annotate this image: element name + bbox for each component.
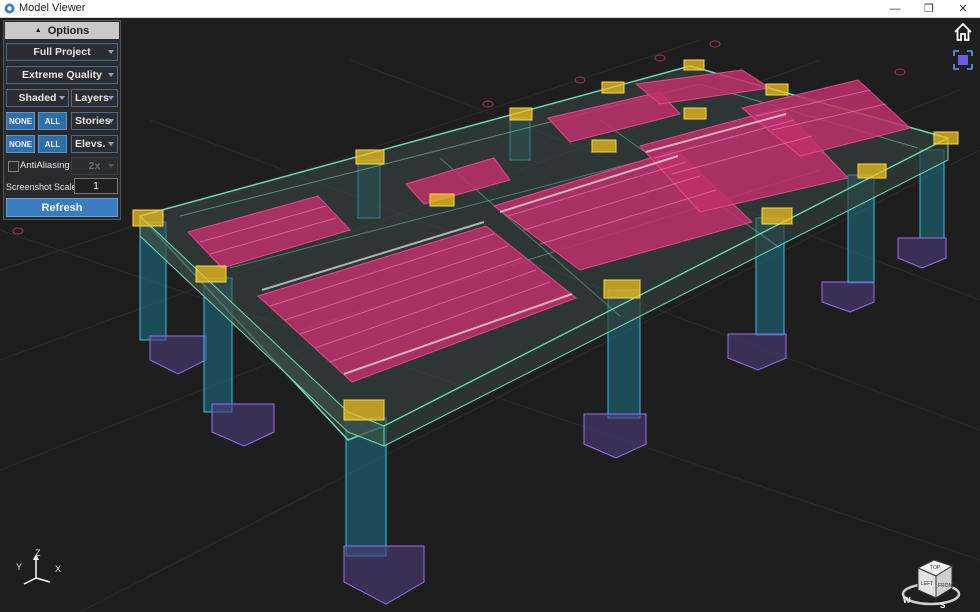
axis-x-label: X [55, 564, 62, 574]
window-title: Model Viewer [19, 2, 86, 14]
project-select[interactable]: Full Project [6, 43, 118, 61]
chevron-down-icon [108, 142, 114, 146]
shading-select-value: Shaded [18, 92, 57, 104]
compass-s: S [940, 601, 946, 608]
nav-cube-front[interactable]: FRONT [938, 583, 955, 589]
nav-cube-left[interactable]: LEFT [921, 581, 933, 587]
chevron-down-icon [108, 73, 114, 77]
nav-cube[interactable]: TOP LEFT FRONT W S [900, 550, 962, 610]
chevron-down-icon [108, 96, 114, 100]
elevs-all-button[interactable]: ALL [38, 135, 67, 153]
stories-select[interactable]: Stories [71, 112, 118, 130]
antialiasing-checkbox[interactable] [8, 161, 19, 172]
collapse-triangle-icon: ▲ [34, 27, 42, 34]
antialiasing-select-value: 2x [88, 160, 101, 172]
nav-cube-top[interactable]: TOP [930, 565, 941, 571]
axis-z-label: Z [35, 548, 41, 558]
quality-select-value: Extreme Quality [22, 69, 102, 81]
options-title: Options [47, 24, 90, 37]
antialiasing-label: AntiAliasing [20, 160, 70, 171]
options-panel: ▲ Options Full Project Extreme Quality S… [3, 20, 121, 220]
antialiasing-select[interactable]: 2x [71, 157, 118, 175]
shading-select[interactable]: Shaded [6, 89, 69, 107]
chevron-down-icon [59, 96, 65, 100]
layers-select[interactable]: Layers [71, 89, 118, 107]
stories-select-value: Stories [75, 115, 111, 127]
structural-model-3d[interactable] [0, 18, 980, 612]
screenshot-scale-input[interactable]: 1 [74, 178, 118, 194]
axis-triad: Z Y X [16, 548, 64, 590]
options-header[interactable]: ▲ Options [5, 22, 119, 39]
close-button[interactable]: ✕ [946, 0, 980, 17]
quality-select[interactable]: Extreme Quality [6, 66, 118, 84]
project-select-value: Full Project [33, 46, 91, 58]
stories-all-button[interactable]: ALL [38, 112, 67, 130]
chevron-down-icon [108, 50, 114, 54]
chevron-down-icon [108, 164, 114, 168]
stories-none-button[interactable]: NONE [6, 112, 35, 130]
app-icon [4, 3, 15, 14]
fit-view-icon[interactable] [953, 50, 973, 70]
layers-select-value: Layers [75, 92, 109, 104]
maximize-button[interactable]: ❐ [912, 0, 946, 17]
elevs-select[interactable]: Elevs. [71, 135, 118, 153]
model-viewport[interactable]: Z Y X TOP LEFT FRONT W S [0, 18, 980, 612]
title-bar: Model Viewer — ❐ ✕ [0, 0, 980, 18]
elevs-select-value: Elevs. [75, 138, 106, 150]
axis-y-label: Y [16, 562, 23, 572]
compass-w: W [903, 596, 911, 605]
minimize-button[interactable]: — [878, 0, 912, 17]
chevron-down-icon [108, 119, 114, 123]
refresh-button[interactable]: Refresh [6, 198, 118, 217]
screenshot-scale-label: Screenshot Scale [6, 182, 77, 192]
home-icon[interactable] [953, 22, 973, 42]
elevs-none-button[interactable]: NONE [6, 135, 35, 153]
